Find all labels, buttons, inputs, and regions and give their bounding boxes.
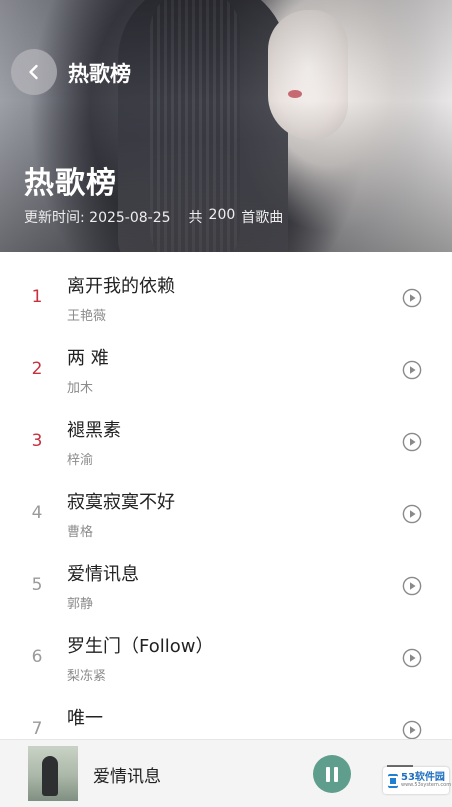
count-prefix: 共 <box>188 210 203 226</box>
now-playing-title[interactable]: 爱情讯息 <box>93 762 161 787</box>
song-artist: 梓渝 <box>67 453 94 468</box>
play-circle-icon[interactable] <box>402 288 422 308</box>
pause-button[interactable] <box>313 755 351 793</box>
watermark-text-block: 53软件园 www.53system.com <box>401 773 451 788</box>
watermark-sub: www.53system.com <box>401 782 452 788</box>
play-circle-icon[interactable] <box>402 720 422 740</box>
play-circle-icon[interactable] <box>402 576 422 596</box>
song-artist: 曹格 <box>67 525 94 540</box>
song-title: 罗生门（Follow） <box>67 636 214 657</box>
update-date: 2025-08-25 <box>89 210 171 226</box>
update-info: 更新时间: 2025-08-25 <box>24 207 171 227</box>
song-row-3[interactable]: 3 褪黑素 梓渝 <box>0 408 452 480</box>
song-artist: 梨冻紧 <box>67 669 107 684</box>
song-rank: 3 <box>31 431 43 451</box>
play-circle-icon[interactable] <box>402 648 422 668</box>
count-suffix: 首歌曲 <box>241 210 284 226</box>
count-value: 200 <box>208 207 236 223</box>
play-circle-icon[interactable] <box>402 504 422 524</box>
song-rank: 6 <box>31 647 43 667</box>
song-title: 褪黑素 <box>67 420 121 441</box>
song-row-1[interactable]: 1 离开我的依赖 王艳薇 <box>0 264 452 336</box>
song-row-6[interactable]: 6 罗生门（Follow） 梨冻紧 <box>0 624 452 696</box>
album-cover[interactable] <box>28 746 78 801</box>
watermark-badge: 53软件园 www.53system.com <box>383 767 451 794</box>
song-rank: 2 <box>31 359 43 379</box>
play-circle-icon[interactable] <box>402 360 422 380</box>
pause-icon-bar <box>334 766 338 782</box>
song-list: 1 离开我的依赖 王艳薇 2 两 难 加木 3 褪黑素 梓渝 4 寂寞寂寞不好 … <box>0 264 452 768</box>
play-circle-icon[interactable] <box>402 432 422 452</box>
song-title: 离开我的依赖 <box>67 276 175 297</box>
song-count: 共 200 首歌曲 <box>189 207 284 227</box>
chart-meta: 更新时间: 2025-08-25 共 200 首歌曲 <box>24 207 283 227</box>
song-title: 爱情讯息 <box>67 564 139 585</box>
song-artist: 王艳薇 <box>67 309 107 324</box>
song-row-4[interactable]: 4 寂寞寂寞不好 曹格 <box>0 480 452 552</box>
song-row-5[interactable]: 5 爱情讯息 郭静 <box>0 552 452 624</box>
pause-icon <box>326 766 330 782</box>
chevron-left-icon <box>29 64 38 80</box>
song-row-2[interactable]: 2 两 难 加木 <box>0 336 452 408</box>
song-artist: 郭静 <box>67 597 94 612</box>
song-artist: 加木 <box>67 381 94 396</box>
album-cover-figure <box>42 756 58 796</box>
song-rank: 7 <box>31 719 43 739</box>
watermark-logo-icon <box>388 773 398 788</box>
song-rank: 4 <box>31 503 43 523</box>
song-rank: 1 <box>31 287 43 307</box>
song-title: 两 难 <box>67 348 109 369</box>
chart-banner: 热歌榜 热歌榜 更新时间: 2025-08-25 共 200 首歌曲 <box>0 0 452 252</box>
song-rank: 5 <box>31 575 43 595</box>
song-title: 寂寞寂寞不好 <box>67 492 175 513</box>
update-label: 更新时间: <box>24 210 85 226</box>
back-button[interactable] <box>11 49 57 95</box>
toolbar-title: 热歌榜 <box>68 62 131 86</box>
song-title: 唯一 <box>67 708 103 729</box>
page-title: 热歌榜 <box>24 166 117 201</box>
